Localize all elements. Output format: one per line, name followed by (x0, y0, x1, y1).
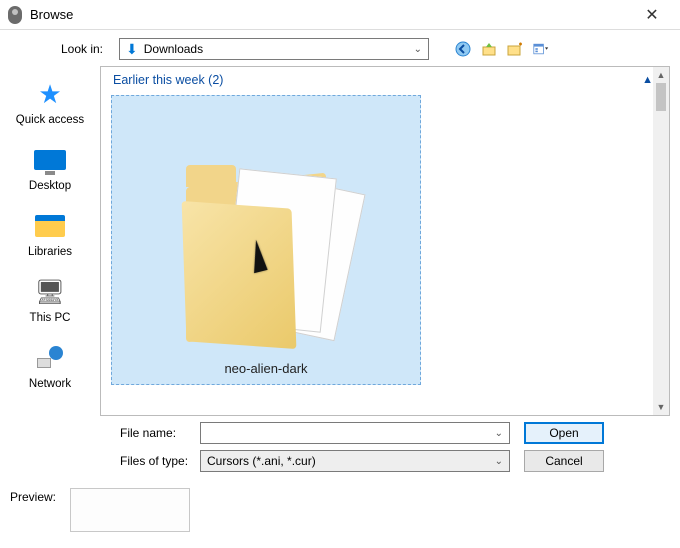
content-area: ★ Quick access Desktop Libraries 🖥 This … (0, 66, 680, 416)
computer-icon: 🖥 (35, 278, 65, 307)
file-list-area[interactable]: Earlier this week (2) ▲ neo-alien-dark ▲… (100, 66, 670, 416)
scroll-down-icon[interactable]: ▼ (653, 399, 669, 415)
preview-label: Preview: (10, 488, 56, 504)
scrollbar-thumb[interactable] (656, 83, 666, 111)
group-header[interactable]: Earlier this week (2) ▲ (101, 67, 669, 89)
new-folder-button[interactable] (507, 41, 523, 57)
network-icon (35, 346, 65, 370)
places-sidebar: ★ Quick access Desktop Libraries 🖥 This … (0, 66, 100, 416)
folder-item-label: neo-alien-dark (224, 361, 307, 376)
up-one-level-button[interactable] (481, 41, 497, 57)
folder-item-selected[interactable]: neo-alien-dark (111, 95, 421, 385)
chevron-down-icon[interactable]: ⌄ (495, 428, 503, 439)
lookin-label: Look in: (14, 42, 109, 56)
back-button[interactable] (455, 41, 471, 57)
libraries-icon (35, 215, 65, 237)
scroll-up-icon[interactable]: ▲ (653, 67, 669, 83)
cancel-button[interactable]: Cancel (524, 450, 604, 472)
sidebar-item-network[interactable]: Network (0, 334, 100, 400)
sidebar-item-desktop[interactable]: Desktop (0, 136, 100, 202)
open-button-label: Open (549, 426, 578, 440)
lookin-row: Look in: ⬇ Downloads ⌄ (0, 30, 680, 66)
nav-toolbar (455, 41, 549, 57)
window-title: Browse (30, 7, 73, 22)
view-menu-button[interactable] (533, 41, 549, 57)
open-button[interactable]: Open (524, 422, 604, 444)
chevron-down-icon: ⌄ (414, 44, 422, 55)
sidebar-item-label: This PC (30, 312, 71, 324)
folder-icon (176, 155, 356, 355)
download-arrow-icon: ⬇ (126, 41, 138, 58)
sidebar-item-this-pc[interactable]: 🖥 This PC (0, 268, 100, 334)
filetype-dropdown[interactable]: Cursors (*.ani, *.cur) ⌄ (200, 450, 510, 472)
chevron-down-icon[interactable]: ⌄ (495, 456, 503, 467)
scrollbar-track[interactable] (653, 83, 669, 399)
bottom-form: File name: ⌄ Open Files of type: Cursors… (0, 416, 680, 482)
titlebar: Browse ✕ (0, 0, 680, 30)
sidebar-item-label: Desktop (29, 180, 71, 192)
preview-box (70, 488, 190, 532)
preview-row: Preview: (0, 482, 680, 538)
sidebar-item-label: Libraries (28, 246, 72, 258)
filename-input[interactable]: ⌄ (200, 422, 510, 444)
vertical-scrollbar[interactable]: ▲ ▼ (653, 67, 669, 415)
sidebar-item-label: Network (29, 378, 71, 390)
monitor-icon (34, 150, 66, 170)
filename-label: File name: (0, 426, 200, 440)
sidebar-item-libraries[interactable]: Libraries (0, 202, 100, 268)
close-button[interactable]: ✕ (632, 1, 672, 29)
lookin-dropdown[interactable]: ⬇ Downloads ⌄ (119, 38, 429, 60)
sidebar-item-quick-access[interactable]: ★ Quick access (0, 70, 100, 136)
group-header-text: Earlier this week (2) (113, 73, 223, 87)
sidebar-item-label: Quick access (16, 114, 84, 126)
cancel-button-label: Cancel (545, 454, 582, 468)
star-icon: ★ (38, 79, 61, 110)
lookin-value: Downloads (144, 42, 203, 56)
filetype-label: Files of type: (0, 454, 200, 468)
mouse-icon (8, 6, 22, 24)
filetype-value: Cursors (*.ani, *.cur) (207, 454, 316, 468)
